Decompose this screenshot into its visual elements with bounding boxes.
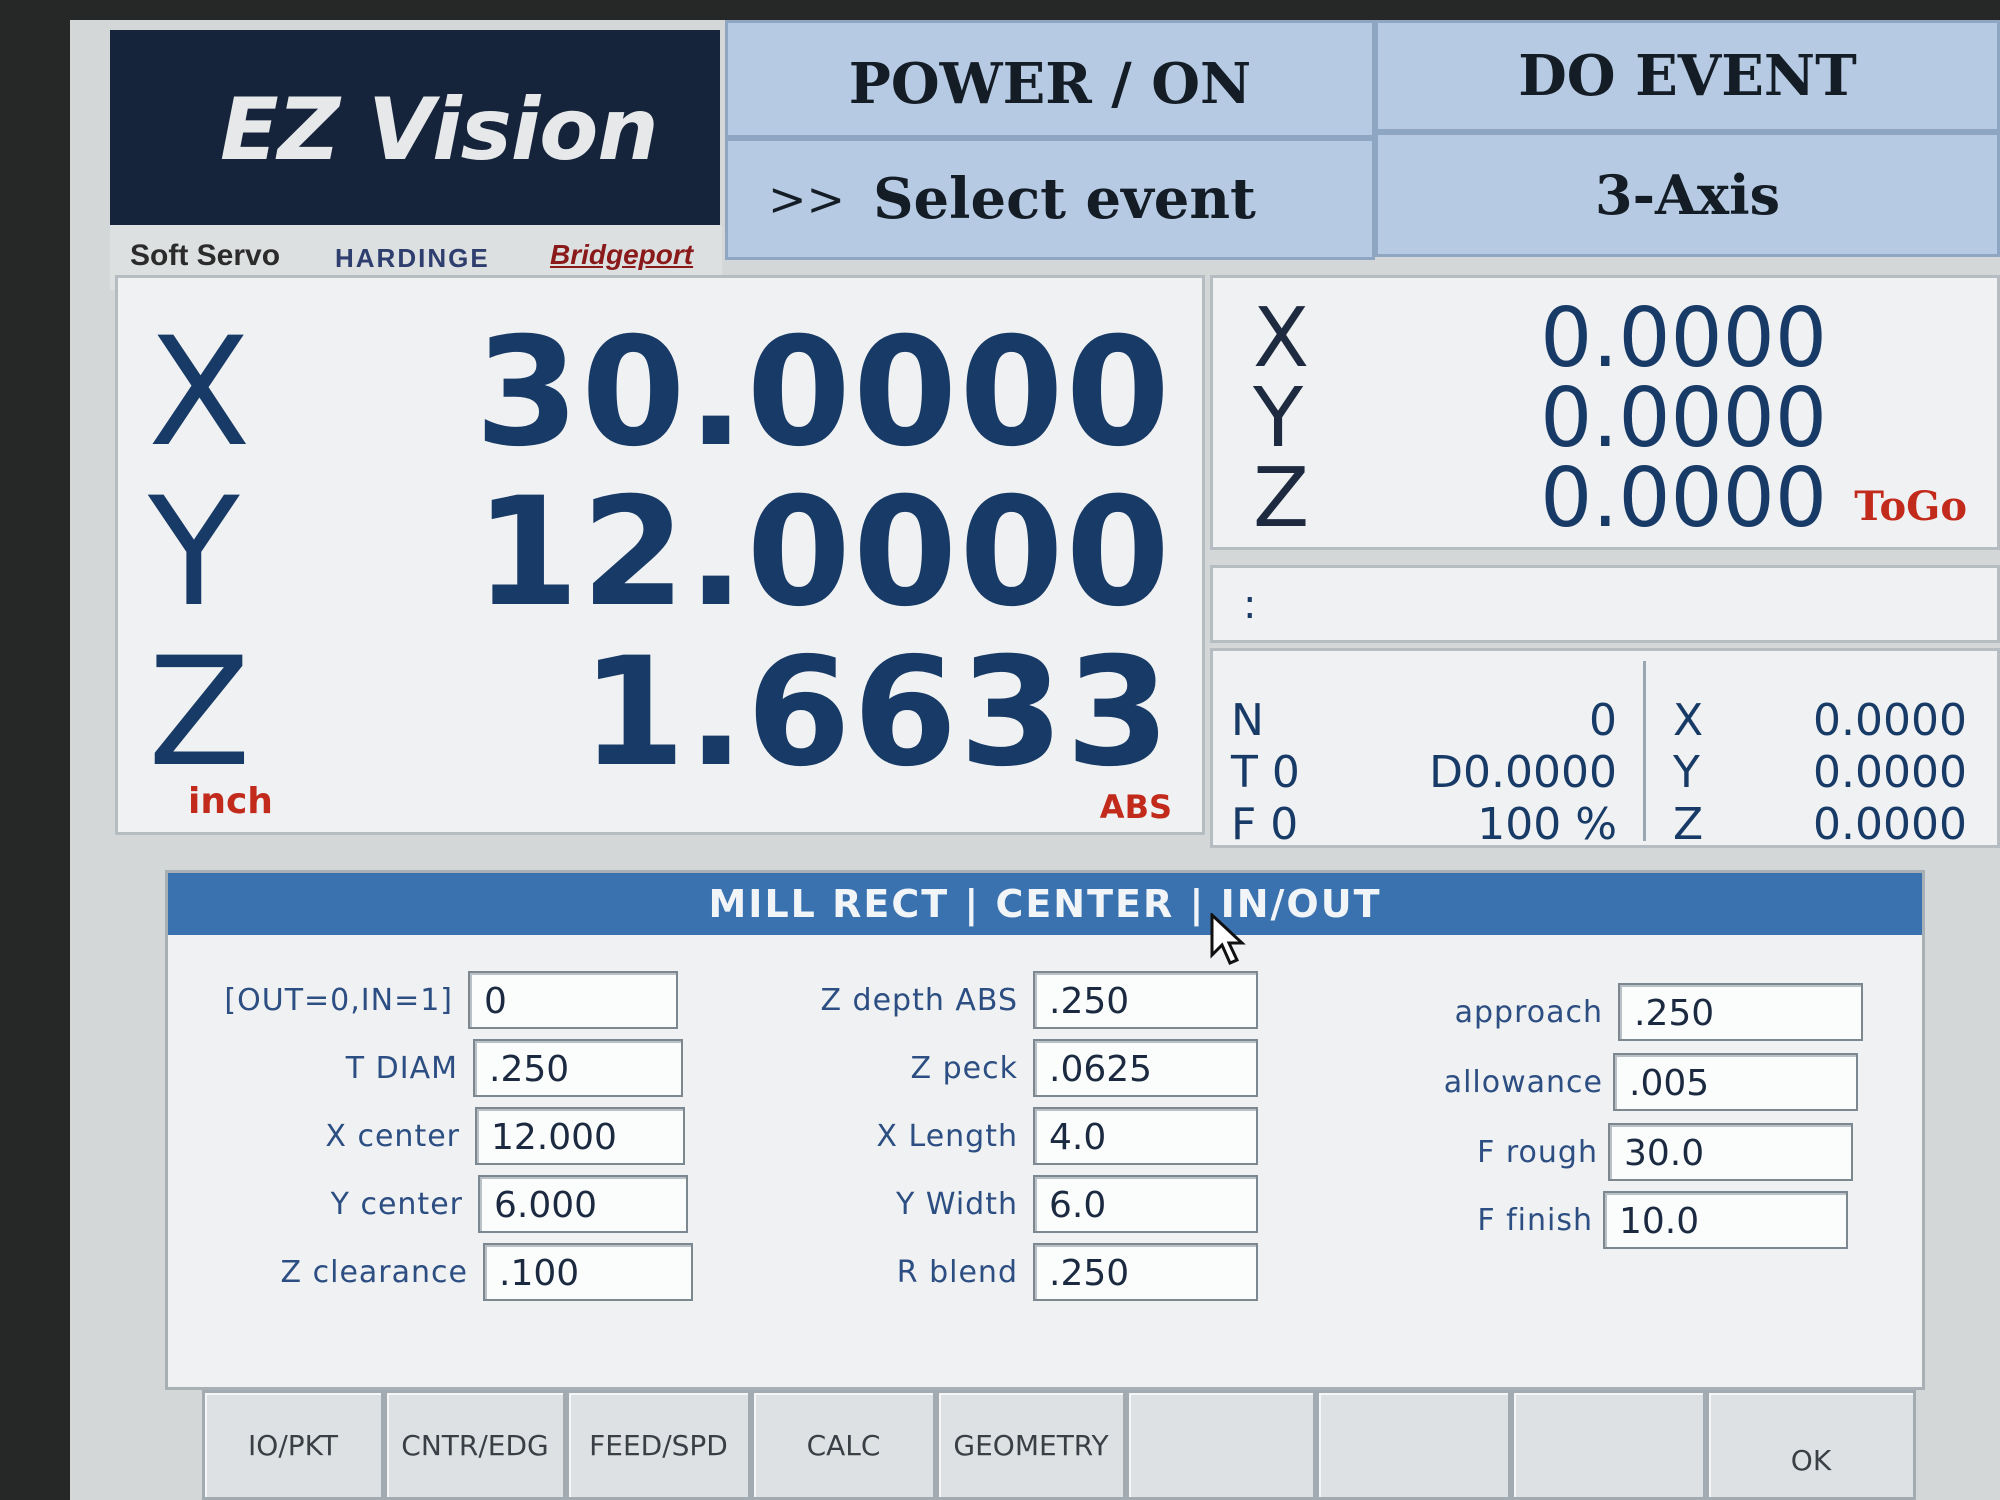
monitor-bezel: EZ Vision Soft Servo HARDINGE Bridgeport… [0,0,2000,1500]
allowance-field[interactable]: .005 [1613,1053,1858,1111]
field-label-x-length: X Length [876,1119,1018,1154]
axis-x-value: 30.0000 [474,306,1172,480]
approach-field[interactable]: .250 [1618,983,1863,1041]
t-diam-field[interactable]: .250 [473,1039,683,1097]
prompt-text: Select event [873,166,1256,232]
field-label-f-finish: F finish [1477,1203,1593,1238]
togo-x-value: 0.0000 [1540,291,1827,386]
cnc-screen: EZ Vision Soft Servo HARDINGE Bridgeport… [70,20,2000,1500]
field-label-x-center: X center [325,1119,460,1154]
togo-y-value: 0.0000 [1540,371,1827,466]
status-y-label: Y [1673,747,1700,798]
power-status: POWER / ON [725,20,1375,138]
command-line[interactable]: : [1210,565,2000,643]
softservo-logo: Soft Servo [130,239,281,272]
z-depth-field[interactable]: .250 [1033,971,1258,1029]
axis-x-label: X [148,306,251,480]
axis-mode: 3-Axis [1375,132,2000,257]
prompt-arrow-icon: >> [768,172,846,226]
field-label-r-blend: R blend [896,1255,1018,1290]
field-label-z-depth: Z depth ABS [820,983,1018,1018]
app-title: EZ Vision [220,80,659,180]
feed-spd-button[interactable]: FEED/SPD [566,1390,751,1500]
field-label-in-out: [OUT=0,IN=1] [224,983,453,1018]
mouse-pointer-icon [1210,913,1246,965]
axis-z-label: Z [148,626,251,800]
status-y-value: 0.0000 [1813,747,1967,798]
event-prompt: >> Select event [725,138,1375,260]
field-label-allowance: allowance [1443,1065,1603,1100]
field-label-t-diam: T DIAM [345,1051,458,1086]
status-f-value: 100 % [1477,799,1617,850]
togo-label: ToGo [1854,483,1967,530]
togo-z-label: Z [1253,451,1310,546]
field-label-approach: approach [1454,995,1603,1030]
x-length-field[interactable]: 4.0 [1033,1107,1258,1165]
axis-y-value: 12.0000 [474,466,1172,640]
ok-button[interactable]: OK [1706,1390,1916,1500]
event-form: MILL RECT | CENTER | IN/OUT [OUT=0,IN=1]… [165,870,1925,1390]
function-key-6[interactable] [1126,1390,1316,1500]
function-key-7[interactable] [1316,1390,1511,1500]
function-key-8[interactable] [1511,1390,1706,1500]
field-label-f-rough: F rough [1477,1135,1598,1170]
mode-label: ABS [1099,788,1172,826]
form-title: MILL RECT | CENTER | IN/OUT [168,873,1922,935]
logo-panel: EZ Vision [110,30,720,230]
position-readout: X 30.0000 Y 12.0000 Z 1.6633 inch ABS [115,275,1205,835]
in-out-field[interactable]: 0 [468,971,678,1029]
f-finish-field[interactable]: 10.0 [1603,1191,1848,1249]
status-n-label: N [1231,695,1264,746]
y-width-field[interactable]: 6.0 [1033,1175,1258,1233]
togo-z-value: 0.0000 [1540,451,1827,546]
status-divider [1643,661,1646,841]
field-label-z-peck: Z peck [910,1051,1018,1086]
status-t-value: D0.0000 [1429,747,1617,798]
togo-x-label: X [1253,291,1310,386]
status-n-value: 0 [1589,695,1617,746]
status-t-label: T 0 [1231,747,1300,798]
field-label-y-width: Y Width [895,1187,1018,1222]
y-center-field[interactable]: 6.000 [478,1175,688,1233]
status-z-value: 0.0000 [1813,799,1967,850]
field-label-y-center: Y center [330,1187,463,1222]
status-f-label: F 0 [1231,799,1299,850]
status-z-label: Z [1673,799,1704,850]
axis-z-value: 1.6633 [581,626,1172,800]
hardinge-logo: HARDINGE [335,243,490,273]
z-peck-field[interactable]: .0625 [1033,1039,1258,1097]
togo-readout: X 0.0000 Y 0.0000 Z 0.0000 ToGo [1210,275,2000,550]
bridgeport-logo: Bridgeport [550,239,694,270]
status-x-label: X [1673,695,1704,746]
status-x-value: 0.0000 [1813,695,1967,746]
r-blend-field[interactable]: .250 [1033,1243,1258,1301]
io-pkt-button[interactable]: IO/PKT [202,1390,384,1500]
z-clearance-field[interactable]: .100 [483,1243,693,1301]
axis-y-label: Y [148,466,240,640]
unit-label: inch [188,781,273,822]
calc-button[interactable]: CALC [751,1390,936,1500]
geometry-button[interactable]: GEOMETRY [936,1390,1126,1500]
togo-y-label: Y [1253,371,1304,466]
cntr-edg-button[interactable]: CNTR/EDG [384,1390,566,1500]
f-rough-field[interactable]: 30.0 [1608,1123,1853,1181]
field-label-z-clearance: Z clearance [280,1255,468,1290]
status-panel: N 0 T 0 D0.0000 F 0 100 % X 0.0000 Y 0.0… [1210,648,2000,848]
x-center-field[interactable]: 12.000 [475,1107,685,1165]
do-event-button[interactable]: DO EVENT [1375,20,2000,132]
function-key-bar: IO/PKT CNTR/EDG FEED/SPD CALC GEOMETRY O… [120,1390,1930,1500]
